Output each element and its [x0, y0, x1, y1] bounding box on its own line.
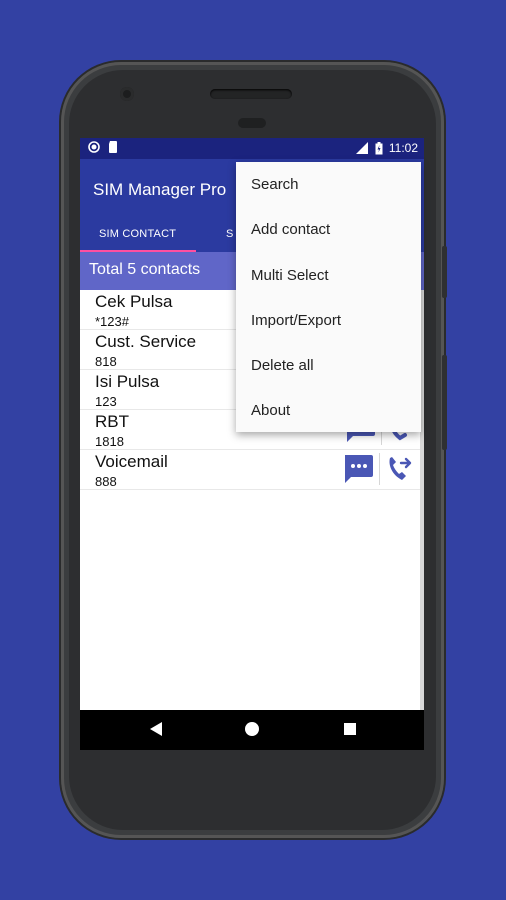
- message-icon[interactable]: [343, 455, 373, 483]
- tab-second[interactable]: S: [226, 228, 234, 240]
- contact-number: 1818: [95, 434, 124, 449]
- menu-item-add-contact[interactable]: Add contact: [236, 207, 421, 252]
- menu-item-about[interactable]: About: [236, 388, 421, 433]
- sim-card-icon: [109, 141, 117, 153]
- contact-name: Isi Pulsa: [95, 372, 160, 391]
- contact-number: 123: [95, 394, 117, 409]
- power-button: [442, 246, 447, 298]
- volume-button: [442, 355, 447, 450]
- contact-number: *123#: [95, 314, 129, 329]
- front-camera: [120, 87, 134, 101]
- action-divider: [379, 453, 380, 485]
- clock: 11:02: [388, 141, 418, 155]
- notification-icon: [88, 141, 100, 153]
- menu-item-search[interactable]: Search: [236, 162, 421, 207]
- battery-icon: [375, 141, 383, 154]
- overflow-menu: Search Add contact Multi Select Import/E…: [236, 162, 421, 432]
- contact-name: Cust. Service: [95, 332, 197, 351]
- tab-sim-contact[interactable]: SIM CONTACT: [99, 228, 176, 240]
- menu-item-multi-select[interactable]: Multi Select: [236, 253, 421, 298]
- top-speaker: [210, 89, 292, 99]
- contact-name: Cek Pulsa: [95, 292, 173, 311]
- menu-item-delete-all[interactable]: Delete all: [236, 343, 421, 388]
- sensor: [238, 118, 266, 128]
- contact-name: Voicemail: [95, 452, 168, 471]
- back-icon[interactable]: [148, 720, 164, 738]
- call-forward-icon[interactable]: [386, 455, 414, 483]
- contact-number: 818: [95, 354, 117, 369]
- contact-row[interactable]: Voicemail 888: [80, 450, 420, 490]
- contacts-count: Total 5 contacts: [89, 261, 201, 278]
- menu-item-import-export[interactable]: Import/Export: [236, 298, 421, 343]
- contact-number: 888: [95, 474, 117, 489]
- contact-name: RBT: [95, 412, 129, 431]
- recents-icon[interactable]: [342, 720, 358, 738]
- status-bar: 11:02: [80, 138, 424, 159]
- app-title: SIM Manager Pro: [93, 180, 227, 199]
- home-icon[interactable]: [243, 720, 261, 738]
- signal-icon: [355, 142, 368, 154]
- navigation-bar: [80, 710, 424, 750]
